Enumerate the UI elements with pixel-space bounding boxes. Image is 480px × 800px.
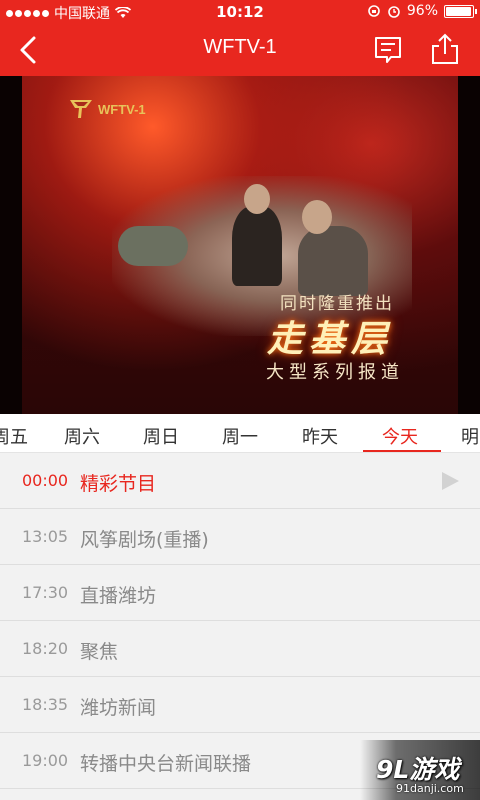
schedule-row[interactable]: 13:05 风筝剧场(重播) (0, 509, 480, 565)
schedule-row[interactable]: 00:00 精彩节目 (0, 453, 480, 509)
video-player[interactable]: WFTV-1 同时隆重推出 走基层 大型系列报道 (0, 76, 480, 414)
schedule-program: 聚焦 (80, 641, 119, 663)
person-head (302, 200, 332, 234)
schedule-row[interactable]: 18:35 潍坊新闻 (0, 677, 480, 733)
person-figure (298, 226, 368, 296)
tab-day[interactable]: 周日 (143, 423, 179, 449)
person-figure (232, 206, 282, 286)
schedule-time: 13:05 (22, 527, 69, 546)
tab-active-indicator (363, 450, 441, 452)
share-icon[interactable] (428, 32, 462, 66)
schedule-program: 直播潍坊 (80, 585, 157, 607)
tab-day[interactable]: 周五 (0, 423, 28, 449)
day-tabs: 周五 周六 周日 周一 昨天 今天 明 (0, 414, 480, 453)
schedule-row[interactable]: 18:20 聚焦 (0, 621, 480, 677)
tab-day[interactable]: 昨天 (302, 423, 338, 449)
tab-day[interactable]: 周六 (64, 423, 100, 449)
schedule-program: 风筝剧场(重播) (80, 529, 209, 551)
video-frame: WFTV-1 同时隆重推出 走基层 大型系列报道 (22, 76, 458, 414)
channel-logo: WFTV-1 (68, 96, 146, 122)
nav-bar: WFTV-1 (0, 24, 480, 76)
watermark-main: 9L游戏 (376, 755, 460, 784)
play-icon[interactable] (442, 472, 459, 490)
schedule-row[interactable]: 17:30 直播潍坊 (0, 565, 480, 621)
schedule-program: 潍坊新闻 (80, 697, 157, 719)
status-bar: 中国联通 10:12 96% (0, 0, 480, 24)
battery-percent: 96% (406, 3, 438, 19)
comment-icon[interactable] (373, 35, 403, 65)
tab-day[interactable]: 周一 (222, 423, 258, 449)
orientation-lock-icon (368, 5, 380, 17)
schedule-time: 00:00 (22, 471, 69, 490)
schedule-time: 18:35 (22, 695, 69, 714)
battery-icon (444, 4, 477, 18)
schedule-time: 18:20 (22, 639, 69, 658)
video-caption-line2: 走基层 (267, 318, 394, 360)
video-caption-line3: 大型系列报道 (266, 362, 404, 383)
schedule-time: 17:30 (22, 583, 69, 602)
schedule-program: 转播中央台新闻联播 (80, 753, 252, 775)
watermark-sub: 91danji.com (396, 782, 464, 795)
schedule-program: 精彩节目 (80, 473, 157, 495)
person-figure (118, 226, 188, 266)
alarm-icon (388, 6, 400, 18)
channel-logo-icon (70, 100, 92, 118)
status-right: 96% (367, 3, 477, 19)
tab-day[interactable]: 明 (461, 423, 479, 449)
person-head (244, 184, 270, 214)
schedule-list: 00:00 精彩节目 13:05 风筝剧场(重播) 17:30 直播潍坊 18:… (0, 453, 480, 789)
channel-logo-text: WFTV-1 (98, 101, 146, 117)
site-watermark: 9L游戏 91danji.com (360, 740, 480, 800)
page-title: WFTV-1 (203, 36, 277, 58)
tab-today[interactable]: 今天 (382, 423, 418, 449)
schedule-time: 19:00 (22, 751, 69, 770)
